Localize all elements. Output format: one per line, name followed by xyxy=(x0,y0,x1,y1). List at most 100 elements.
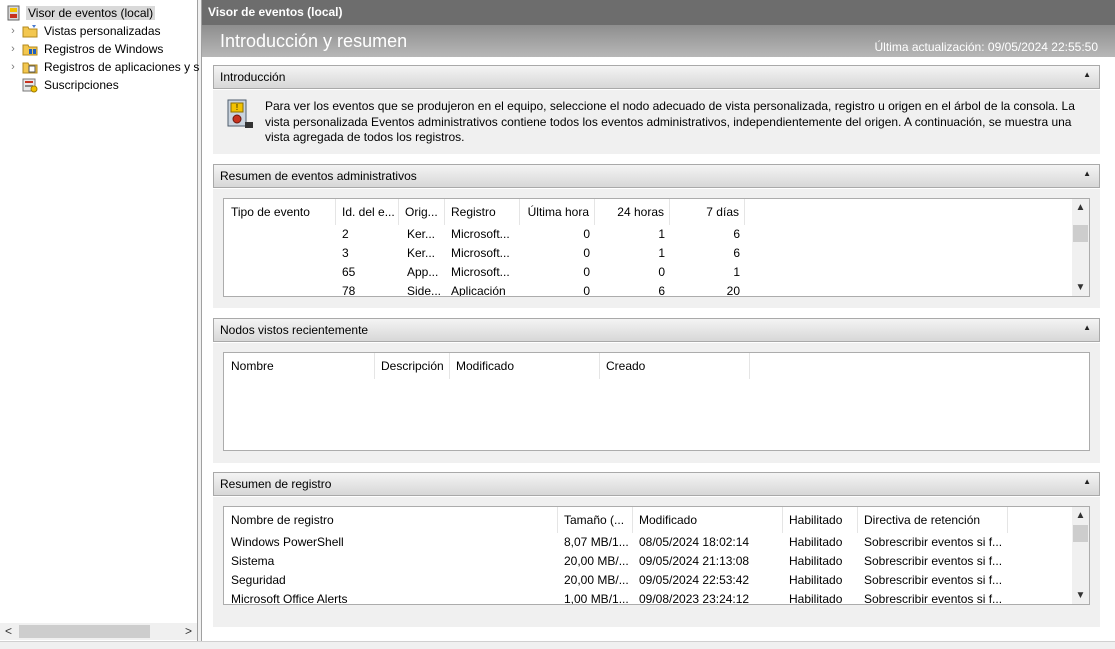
cell-24-hours: 0 xyxy=(658,265,665,279)
log-table-vertical-scrollbar[interactable]: ▲ ▼ xyxy=(1072,507,1089,604)
tree-item-event-viewer-local[interactable]: Visor de eventos (local) xyxy=(6,4,156,21)
cell-modified: 08/05/2024 18:02:14 xyxy=(639,535,750,549)
folder-filter-icon xyxy=(22,23,38,39)
scroll-thumb[interactable] xyxy=(1073,225,1088,242)
column-header-origin[interactable]: Orig... xyxy=(399,199,445,225)
table-row[interactable]: 65 App... Microsoft... 0 0 1 xyxy=(224,263,1074,282)
collapse-icon[interactable]: ▲ xyxy=(1083,169,1091,178)
admin-table-vertical-scrollbar[interactable]: ▲ ▼ xyxy=(1072,199,1089,296)
last-update-label: Última actualización: 09/05/2024 22:55:5… xyxy=(874,40,1098,54)
scroll-up-icon[interactable]: ▲ xyxy=(1072,507,1089,524)
subscriptions-icon xyxy=(22,77,38,93)
tree-item-custom-views[interactable]: › Vistas personalizadas xyxy=(8,22,163,39)
table-row[interactable]: Microsoft Office Alerts 1,00 MB/1... 09/… xyxy=(224,590,1074,605)
tree-item-windows-logs[interactable]: › Registros de Windows xyxy=(8,40,165,57)
cell-modified: 09/05/2024 21:13:08 xyxy=(639,554,750,568)
cell-log-name: Microsoft Office Alerts xyxy=(231,592,348,605)
table-row[interactable]: 3 Ker... Microsoft... 0 1 6 xyxy=(224,244,1074,263)
scroll-up-icon[interactable]: ▲ xyxy=(1072,199,1089,216)
section-title: Resumen de eventos administrativos xyxy=(220,169,417,183)
scroll-thumb[interactable] xyxy=(1073,525,1088,542)
column-header-modified[interactable]: Modificado xyxy=(633,507,783,533)
table-row[interactable]: 78 Side... Aplicación 0 6 20 xyxy=(224,282,1074,297)
column-header-log-name[interactable]: Nombre de registro xyxy=(224,507,558,533)
section-intro-header[interactable]: Introducción ▲ xyxy=(213,65,1100,89)
tree-item-label: Registros de aplicaciones y s xyxy=(44,59,200,74)
cell-event-id: 78 xyxy=(342,284,356,297)
tree-item-subscriptions[interactable]: Suscripciones xyxy=(22,76,121,93)
scroll-right-icon[interactable]: > xyxy=(180,623,197,640)
column-header-description[interactable]: Descripción xyxy=(375,353,450,379)
column-header-7-days[interactable]: 7 días xyxy=(670,199,745,225)
cell-log: Microsoft... xyxy=(451,265,510,279)
app-logs-icon xyxy=(22,59,38,75)
chevron-right-icon[interactable]: › xyxy=(8,40,18,57)
column-header-modified[interactable]: Modificado xyxy=(450,353,600,379)
cell-modified: 09/05/2024 22:53:42 xyxy=(639,573,750,587)
section-logs-header[interactable]: Resumen de registro ▲ xyxy=(213,472,1100,496)
recent-nodes-table[interactable]: Nombre Descripción Modificado Creado xyxy=(223,352,1090,451)
cell-24-hours: 6 xyxy=(658,284,665,297)
column-header-last-hour[interactable]: Última hora xyxy=(520,199,595,225)
scroll-left-icon[interactable]: < xyxy=(0,623,17,640)
cell-log-name: Windows PowerShell xyxy=(231,535,344,549)
page-title: Introducción y resumen xyxy=(220,31,408,51)
chevron-right-icon[interactable]: › xyxy=(8,22,18,39)
cell-log: Aplicación xyxy=(451,284,506,297)
section-title: Nodos vistos recientemente xyxy=(220,323,369,337)
column-header-24-hours[interactable]: 24 horas xyxy=(595,199,670,225)
column-header-retention[interactable]: Directiva de retención xyxy=(858,507,1008,533)
scroll-down-icon[interactable]: ▼ xyxy=(1072,587,1089,604)
cell-size: 20,00 MB/... xyxy=(564,554,629,568)
cell-7-days: 20 xyxy=(726,284,740,297)
cell-retention: Sobrescribir eventos si f... xyxy=(864,573,1003,587)
table-row[interactable]: 2 Ker... Microsoft... 0 1 6 xyxy=(224,225,1074,244)
table-row[interactable]: Windows PowerShell 8,07 MB/1... 08/05/20… xyxy=(224,533,1074,552)
scroll-down-icon[interactable]: ▼ xyxy=(1072,279,1089,296)
admin-events-table[interactable]: Tipo de evento Id. del e... Orig... Regi… xyxy=(223,198,1090,297)
column-header-event-type[interactable]: Tipo de evento xyxy=(224,199,336,225)
tree-horizontal-scrollbar[interactable]: < > xyxy=(0,623,197,640)
cell-origin: App... xyxy=(407,265,439,279)
chevron-right-icon[interactable]: › xyxy=(8,58,18,75)
svg-text:!: ! xyxy=(236,103,238,112)
cell-last-hour: 0 xyxy=(583,284,590,297)
column-header-size[interactable]: Tamaño (... xyxy=(558,507,633,533)
scroll-thumb[interactable] xyxy=(19,625,150,638)
console-tree: Visor de eventos (local) › Vistas person… xyxy=(0,0,201,641)
tree-item-label: Registros de Windows xyxy=(44,41,164,56)
cell-enabled: Habilitado xyxy=(789,573,843,587)
cell-size: 8,07 MB/1... xyxy=(564,535,629,549)
collapse-icon[interactable]: ▲ xyxy=(1083,323,1091,332)
page-header: Introducción y resumen Última actualizac… xyxy=(202,25,1115,57)
collapse-icon[interactable]: ▲ xyxy=(1083,70,1091,79)
cell-7-days: 6 xyxy=(733,246,740,260)
tree-item-app-service-logs[interactable]: › Registros de aplicaciones y s xyxy=(8,58,201,75)
cell-origin: Side... xyxy=(407,284,442,297)
cell-log-name: Seguridad xyxy=(231,573,286,587)
cell-7-days: 1 xyxy=(733,265,740,279)
column-header-name[interactable]: Nombre xyxy=(224,353,375,379)
table-row[interactable]: Sistema 20,00 MB/... 09/05/2024 21:13:08… xyxy=(224,552,1074,571)
column-header-log[interactable]: Registro xyxy=(445,199,520,225)
cell-enabled: Habilitado xyxy=(789,535,843,549)
collapse-icon[interactable]: ▲ xyxy=(1083,477,1091,486)
cell-log: Microsoft... xyxy=(451,246,510,260)
cell-24-hours: 1 xyxy=(658,246,665,260)
section-logs-body: Nombre de registro Tamaño (... Modificad… xyxy=(213,497,1100,627)
cell-log-name: Sistema xyxy=(231,554,275,568)
cell-event-id: 65 xyxy=(342,265,356,279)
tree-item-label: Suscripciones xyxy=(44,77,119,92)
column-header-enabled[interactable]: Habilitado xyxy=(783,507,858,533)
log-summary-table[interactable]: Nombre de registro Tamaño (... Modificad… xyxy=(223,506,1090,605)
table-row[interactable]: Seguridad 20,00 MB/... 09/05/2024 22:53:… xyxy=(224,571,1074,590)
cell-7-days: 6 xyxy=(733,227,740,241)
cell-retention: Sobrescribir eventos si f... xyxy=(864,592,1003,605)
section-recent-body: Nombre Descripción Modificado Creado xyxy=(213,343,1100,463)
column-header-created[interactable]: Creado xyxy=(600,353,750,379)
cell-retention: Sobrescribir eventos si f... xyxy=(864,535,1003,549)
section-admin-header[interactable]: Resumen de eventos administrativos ▲ xyxy=(213,164,1100,188)
cell-log: Microsoft... xyxy=(451,227,510,241)
section-recent-header[interactable]: Nodos vistos recientemente ▲ xyxy=(213,318,1100,342)
column-header-event-id[interactable]: Id. del e... xyxy=(336,199,399,225)
